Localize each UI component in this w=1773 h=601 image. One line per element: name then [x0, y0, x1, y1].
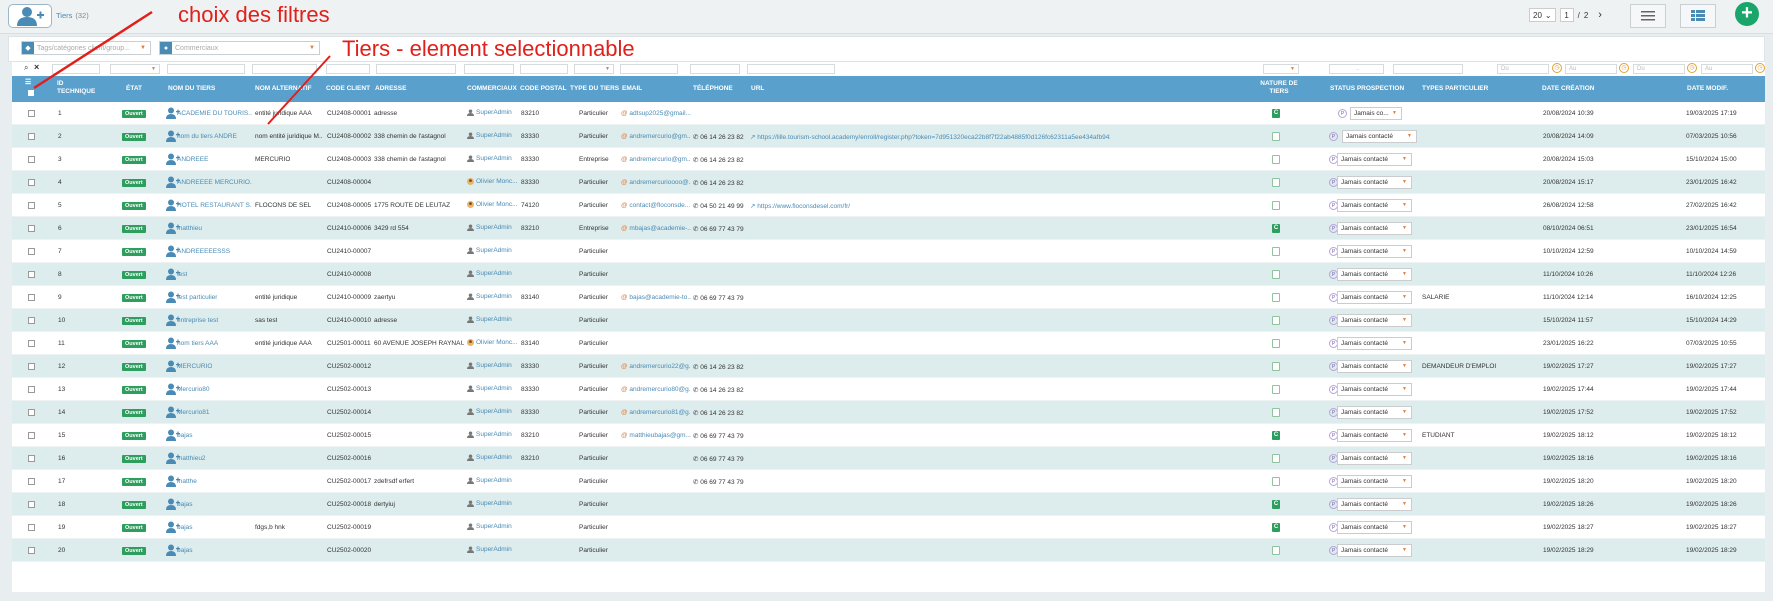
- annotation-arrow-filters: [33, 10, 153, 90]
- annotation-tiers: Tiers - element selectionnable: [342, 36, 635, 61]
- annotation-arrow-tiers: [267, 55, 331, 125]
- annotation-filters: choix des filtres: [178, 2, 330, 27]
- annotation-overlay: [33, 10, 331, 125]
